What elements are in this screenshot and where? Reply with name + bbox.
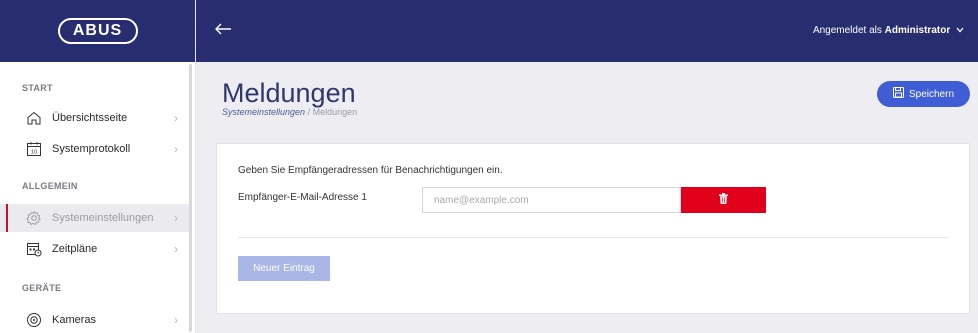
page-title: Meldungen [222,78,356,108]
section-label-geraete: GERÄTE [22,283,62,293]
floppy-disk-icon [892,87,904,101]
gear-icon [26,210,42,226]
user-menu[interactable]: Angemeldet als Administrator [813,25,964,36]
sidebar-item-systemprotokoll[interactable]: 10 Systemprotokoll › [0,135,189,163]
divider [238,237,948,238]
chevron-down-icon [953,25,964,36]
sidebar-scrollbar[interactable] [189,64,192,332]
home-icon [26,110,42,126]
breadcrumb-current: Meldungen [312,107,358,117]
section-label-allgemein: ALLGEMEIN [22,181,78,191]
abus-logo[interactable]: ABUS [57,18,138,44]
breadcrumb: Systemeinstellungen / Meldungen [222,107,357,117]
save-button[interactable]: Speichern [877,81,970,107]
sidebar-item-zeitplaene[interactable]: Zeitpläne › [0,235,189,263]
user-prefix: Angemeldet als [812,25,882,36]
chevron-right-icon: › [174,313,178,327]
sidebar-item-systemeinstellungen[interactable]: Systemeinstellungen › [0,204,189,232]
chevron-right-icon: › [174,111,178,125]
arrow-left-icon[interactable] [214,19,232,42]
sidebar-item-label: Übersichtsseite [52,112,128,124]
breadcrumb-link-systemeinstellungen[interactable]: Systemeinstellungen [222,107,305,117]
delete-button[interactable] [681,187,766,213]
new-entry-button[interactable]: Neuer Eintrag [238,256,330,281]
top-bar: Angemeldet als Administrator [196,0,978,62]
card-description: Geben Sie Empfängeradressen für Benachri… [238,165,503,176]
chevron-right-icon: › [174,142,178,156]
sidebar-item-label: Systemeinstellungen [52,212,154,224]
trash-icon [719,191,728,209]
logo-bar: ABUS [0,0,195,62]
section-label-start: START [22,83,53,93]
schedule-icon [26,241,42,257]
sidebar-item-uebersichtsseite[interactable]: Übersichtsseite › [0,104,189,132]
save-button-label: Speichern [908,88,955,100]
chevron-right-icon: › [174,242,178,256]
breadcrumb-separator: / [305,107,313,117]
sidebar-item-label: Kameras [52,314,97,326]
email-field[interactable] [422,187,681,213]
sidebar-item-label: Systemprotokoll [52,143,131,155]
sidebar-item-label: Zeitpläne [52,243,98,255]
notification-card: Geben Sie Empfängeradressen für Benachri… [216,143,970,314]
calendar-icon: 10 [26,141,42,157]
user-name: Administrator [884,25,951,36]
sidebar: ABUS START Übersichtsseite › 10 Systempr… [0,0,196,333]
email-field-label: Empfänger-E-Mail-Adresse 1 [238,192,367,203]
sidebar-item-kameras[interactable]: Kameras › [0,306,189,333]
chevron-right-icon: › [174,211,178,225]
calendar-icon-text: 10 [31,150,37,156]
camera-icon [26,312,42,328]
